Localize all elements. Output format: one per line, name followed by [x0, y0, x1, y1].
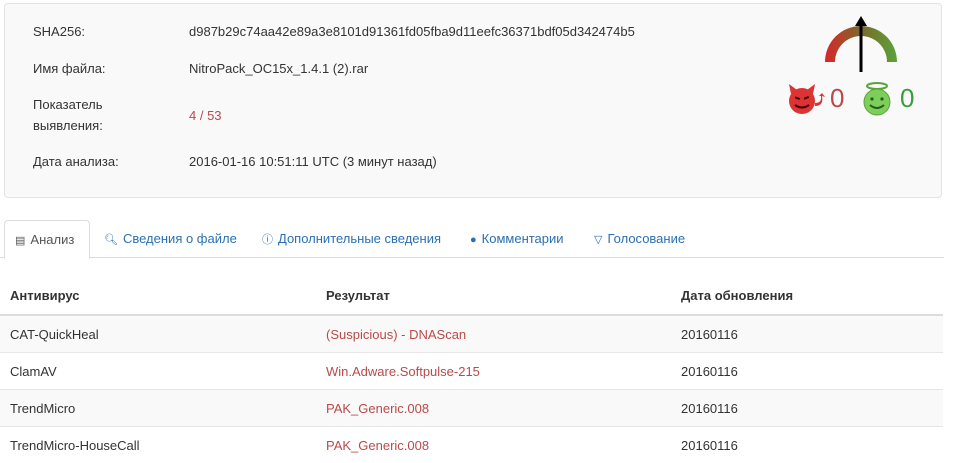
tab-comments-label: Комментарии	[482, 231, 564, 246]
analysis-date-value: 2016-01-16 10:51:11 UTC (3 минут назад)	[189, 151, 437, 172]
community-votes: 0 0	[786, 82, 936, 116]
tab-additional-info-label: Дополнительные сведения	[278, 231, 441, 246]
tab-votes[interactable]: ▽ Голосование	[584, 220, 695, 258]
header-result: Результат	[316, 276, 671, 315]
angel-icon[interactable]	[860, 82, 896, 116]
tab-file-details-label: Сведения о файле	[123, 231, 237, 246]
filename-label: Имя файла:	[33, 58, 183, 79]
table-row: TrendMicro-HouseCall PAK_Generic.008 201…	[0, 427, 943, 463]
table-row: TrendMicro PAK_Generic.008 20160116	[0, 390, 943, 427]
tab-analysis[interactable]: ▤ Анализ	[4, 220, 90, 259]
table-row: CAT-QuickHeal (Suspicious) - DNAScan 201…	[0, 315, 943, 353]
tab-analysis-label: Анализ	[30, 232, 74, 247]
tab-additional-info[interactable]: ⓘ Дополнительные сведения	[252, 220, 451, 258]
tab-bar: ▤ Анализ 🔍︎ Сведения о файле ⓘ Дополнительн…	[0, 218, 944, 258]
table-row: ClamAV Win.Adware.Softpulse-215 20160116	[0, 353, 943, 390]
antivirus-results-table: Антивирус Результат Дата обновления CAT-…	[0, 276, 943, 463]
scan-result: PAK_Generic.008	[316, 427, 671, 463]
harmless-votes-count: 0	[900, 82, 914, 114]
update-date: 20160116	[671, 315, 943, 353]
scan-result: Win.Adware.Softpulse-215	[316, 353, 671, 390]
antivirus-name: TrendMicro-HouseCall	[0, 427, 316, 463]
sha256-label: SHA256:	[33, 21, 183, 42]
detection-label-line2: выявления:	[33, 115, 183, 136]
scan-result: PAK_Generic.008	[316, 390, 671, 427]
thumbs-down-icon: ▽	[594, 221, 602, 259]
devil-icon[interactable]	[786, 82, 826, 116]
table-header-row: Антивирус Результат Дата обновления	[0, 276, 943, 315]
tab-file-details[interactable]: 🔍︎ Сведения о файле	[94, 220, 247, 258]
table-icon: ▤	[15, 222, 25, 260]
update-date: 20160116	[671, 427, 943, 463]
malicious-votes-count: 0	[830, 82, 844, 114]
header-antivirus: Антивирус	[0, 276, 316, 315]
search-icon: 🔍︎	[104, 221, 118, 259]
detection-ratio: 4 / 53	[189, 105, 222, 126]
tab-votes-label: Голосование	[607, 231, 685, 246]
header-update-date: Дата обновления	[671, 276, 943, 315]
info-icon: ⓘ	[262, 221, 273, 259]
comment-icon: ●	[470, 221, 477, 259]
antivirus-name: ClamAV	[0, 353, 316, 390]
detection-label-line1: Показатель	[33, 94, 183, 115]
file-info-panel: SHA256: d987b29c74aa42e89a3e8101d91361fd…	[4, 3, 942, 198]
filename-value: NitroPack_OC15x_1.4.1 (2).rar	[189, 58, 368, 79]
update-date: 20160116	[671, 353, 943, 390]
update-date: 20160116	[671, 390, 943, 427]
antivirus-name: CAT-QuickHeal	[0, 315, 316, 353]
antivirus-name: TrendMicro	[0, 390, 316, 427]
scan-result: (Suspicious) - DNAScan	[316, 315, 671, 353]
analysis-date-label: Дата анализа:	[33, 151, 183, 172]
sha256-value: d987b29c74aa42e89a3e8101d91361fd05fba9d1…	[189, 21, 635, 42]
tab-comments[interactable]: ● Комментарии	[460, 220, 574, 258]
